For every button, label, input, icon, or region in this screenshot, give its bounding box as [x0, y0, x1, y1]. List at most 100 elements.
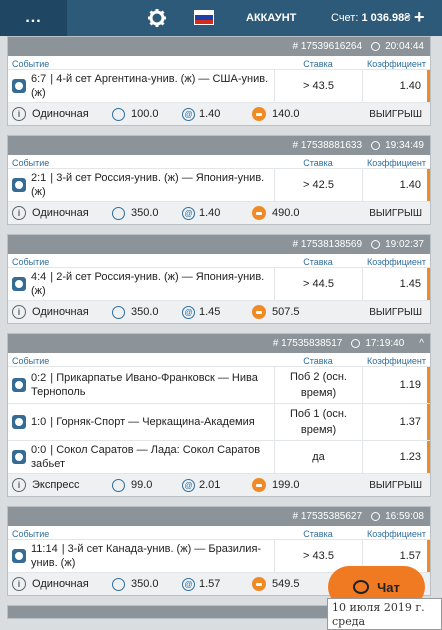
- bet-id: # 17538881633: [292, 140, 363, 151]
- info-icon[interactable]: i: [12, 577, 26, 591]
- event-score: 4:4: [31, 271, 47, 283]
- menu-button[interactable]: ...: [0, 0, 67, 36]
- event-text: 0:2 | Прикарпатье Ивано-Франковск — Нива …: [31, 372, 258, 398]
- at-icon: @: [182, 206, 195, 220]
- event-name: 3-й сет Канада-унив. (ж) — Бразилия-унив…: [31, 543, 262, 569]
- sport-icon: [12, 549, 26, 563]
- bet-card-header: # 17535385627 16:59:08: [8, 507, 430, 526]
- event-score: 6:7: [31, 73, 47, 85]
- gear-icon[interactable]: [147, 8, 167, 28]
- ball-icon: [14, 452, 24, 462]
- payout-mark: [256, 211, 262, 215]
- column-header-event: Событие: [12, 529, 50, 539]
- event-name: 4-й сет Аргентина-унив. (ж) — США-унив. …: [31, 73, 269, 99]
- bet-status: ВЫИГРЫШ: [369, 306, 422, 318]
- sport-icon: [12, 277, 26, 291]
- stake: 350.0: [112, 577, 182, 591]
- win-value: 199.0: [272, 479, 300, 491]
- event-bet: > 42.5: [274, 169, 362, 201]
- stake-value: 99.0: [131, 479, 153, 491]
- bet-status: ВЫИГРЫШ: [369, 479, 422, 491]
- sport-icon: [12, 79, 26, 93]
- event-coef: 1.23: [362, 441, 430, 473]
- stake: 99.0: [112, 478, 182, 492]
- bet-card-header: # 17538138569 19:02:37: [8, 235, 430, 254]
- ball-icon: [14, 551, 24, 561]
- bet-id: # 17535838517: [272, 338, 343, 349]
- event-cell: 2:1 | 3-й сет Россия-унив. (ж) — Япония-у…: [8, 169, 274, 201]
- event-text: 4:4 | 2-й сет Россия-унив. (ж) — Япония-у…: [31, 271, 265, 297]
- event-cell: 0:2 | Прикарпатье Ивано-Франковск — Нива …: [8, 367, 274, 403]
- event-coef: 1.40: [362, 169, 430, 201]
- event-cell: 4:4 | 2-й сет Россия-унив. (ж) — Япония-у…: [8, 268, 274, 300]
- event-row: 0:2 | Прикарпатье Ивано-Франковск — Нива …: [8, 367, 430, 404]
- column-header-coef: Коэффициент: [367, 356, 426, 366]
- ball-icon: [14, 180, 24, 190]
- bet-card-header: # 17535838517 17:19:40 ^: [8, 334, 430, 353]
- bet-footer: i Экспресс 99.0 @2.01 199.0 ВЫИГРЫШ: [8, 474, 430, 496]
- event-coef: 1.45: [362, 268, 430, 300]
- column-headers: Событие Ставка Коэффициент: [8, 254, 430, 268]
- stake-value: 350.0: [131, 578, 159, 590]
- clock-icon: [371, 141, 381, 150]
- info-icon[interactable]: i: [12, 107, 26, 121]
- event-cell: 0:0 | Сокол Саратов — Лада: Сокол Саратов…: [8, 441, 274, 473]
- column-headers: Событие Ставка Коэффициент: [8, 56, 430, 70]
- win-value: 549.5: [272, 578, 300, 590]
- bet-card: # 17535838517 17:19:40 ^ Событие Ставка Коэфф…: [7, 333, 431, 497]
- sport-icon: [12, 415, 26, 429]
- russia-flag-icon[interactable]: [194, 10, 214, 25]
- event-text: 11:14 | 3-й сет Канада-унив. (ж) — Бразил…: [31, 543, 262, 569]
- bet-time: 17:19:40: [365, 338, 405, 349]
- winnings: 490.0: [252, 206, 362, 220]
- event-row: 6:7 | 4-й сет Аргентина-унив. (ж) — США-у…: [8, 70, 430, 103]
- odds-value: 1.40: [199, 108, 221, 120]
- column-header-event: Событие: [12, 158, 50, 168]
- stake-value: 350.0: [131, 306, 159, 318]
- column-headers: Событие Ставка Коэффициент: [8, 353, 430, 367]
- info-icon[interactable]: i: [12, 206, 26, 220]
- top-bar: ... АККАУНТ Счет: 1 036.98₴ +: [0, 0, 442, 36]
- bet-footer: i Одиночная 350.0 @1.45 507.5 ВЫИГРЫШ: [8, 301, 430, 323]
- clock-icon: [351, 339, 361, 348]
- event-coef: 1.40: [362, 70, 430, 102]
- win-value: 140.0: [272, 108, 300, 120]
- event-score: 11:14: [31, 543, 58, 555]
- bet-time: 20:04:44: [385, 41, 424, 52]
- column-header-event: Событие: [12, 257, 50, 267]
- bet-status: ВЫИГРЫШ: [369, 108, 422, 120]
- ball-icon: [14, 380, 24, 390]
- bet-time: 19:02:37: [385, 239, 424, 250]
- payout-mark: [256, 112, 262, 116]
- payout-mark: [256, 310, 262, 314]
- bet-status: ВЫИГРЫШ: [369, 207, 422, 219]
- clock-icon: [371, 240, 381, 249]
- event-cell: 11:14 | 3-й сет Канада-унив. (ж) — Бразил…: [8, 540, 274, 572]
- bet-type: Экспресс: [32, 479, 80, 491]
- event-bet: да: [274, 441, 362, 473]
- deposit-plus-icon[interactable]: +: [414, 7, 425, 28]
- win-value: 507.5: [272, 306, 300, 318]
- winnings: 140.0: [252, 107, 362, 121]
- event-name: Горняк-Спорт — Черкащина-Академия: [56, 416, 255, 428]
- bet-card-header: # 17538881633 19:34:49: [8, 136, 430, 155]
- event-row: 4:4 | 2-й сет Россия-унив. (ж) — Япония-у…: [8, 268, 430, 301]
- bet-card: # 17538138569 19:02:37 Событие Ставка Коэффи…: [7, 234, 431, 324]
- column-header-coef: Коэффициент: [367, 257, 426, 267]
- odds-value: 1.57: [199, 578, 221, 590]
- column-header-bet: Ставка: [303, 59, 333, 69]
- info-icon[interactable]: i: [12, 478, 26, 492]
- date-tooltip: 10 июля 2019 г. среда: [327, 598, 442, 630]
- bet-time: 16:59:08: [385, 511, 424, 522]
- bet-type: Одиночная: [32, 207, 89, 219]
- event-score: 0:2: [31, 372, 47, 384]
- stake: 350.0: [112, 206, 182, 220]
- clock-icon: [371, 512, 381, 521]
- sport-icon: [12, 450, 26, 464]
- info-icon[interactable]: i: [12, 305, 26, 319]
- column-header-coef: Коэффициент: [367, 158, 426, 168]
- payout-icon: [252, 577, 266, 591]
- account-link[interactable]: АККАУНТ: [246, 12, 296, 24]
- collapse-chevron-icon[interactable]: ^: [419, 338, 424, 349]
- payout-icon: [252, 107, 266, 121]
